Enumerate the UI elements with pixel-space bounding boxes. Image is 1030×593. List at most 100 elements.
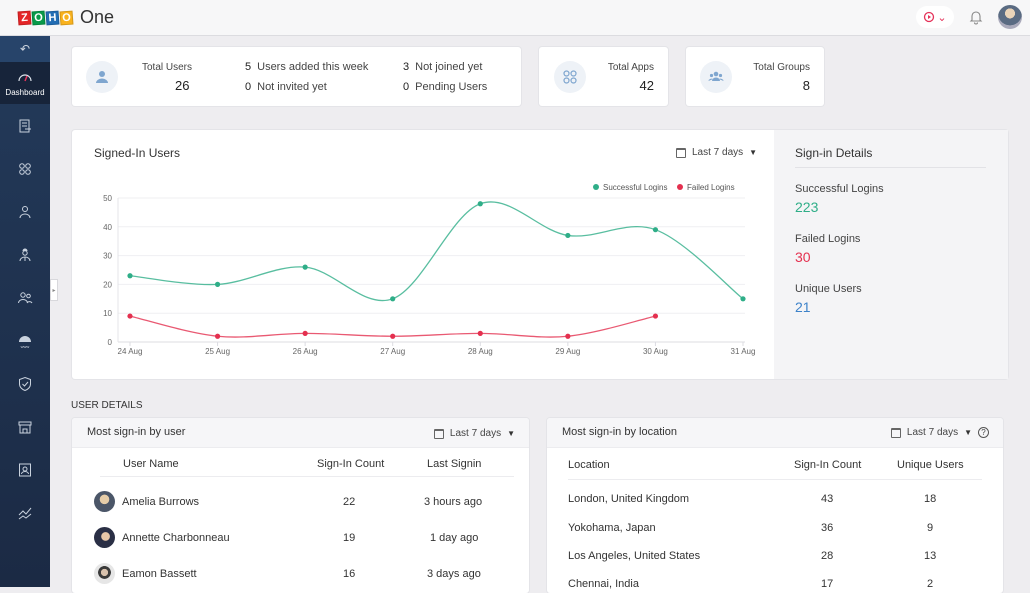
card-title: Most sign-in by user [87, 426, 186, 438]
apps-grid-icon [563, 70, 577, 84]
column-header-last-signin[interactable]: Last Signin [427, 458, 481, 470]
card-header: Most sign-in by location Last 7 days ▼ ? [547, 418, 1003, 448]
sidebar-item-label: Dashboard [5, 88, 45, 97]
total-apps-card[interactable]: Total Apps 42 [539, 47, 668, 106]
user-icon [96, 71, 108, 83]
signin-count: 17 [821, 578, 834, 590]
total-groups-card[interactable]: Total Groups 8 [686, 47, 824, 106]
logo-letter: O [59, 10, 74, 25]
stat-label: Not joined yet [415, 61, 483, 73]
signin-count: 22 [343, 496, 356, 508]
y-tick-label: 20 [103, 280, 112, 289]
unique-users: 18 [924, 493, 937, 505]
chevron-down-icon: ▼ [749, 148, 758, 157]
data-point [390, 296, 396, 302]
data-point [127, 313, 133, 319]
user-avatar[interactable] [998, 5, 1022, 29]
stat-count: 0 [245, 81, 252, 93]
sidebar-item-directory[interactable] [0, 448, 50, 491]
back-button[interactable]: ↶ [0, 36, 50, 62]
location: Yokohama, Japan [568, 522, 656, 534]
bell-icon[interactable] [968, 9, 984, 25]
location: London, United Kingdom [568, 493, 690, 505]
card-header: Most sign-in by user Last 7 days ▼ [72, 418, 529, 448]
sidebar-item-dashboard[interactable]: Dashboard [0, 62, 50, 104]
chevron-down-icon: ▼ [507, 429, 515, 438]
logo-letter: Z [17, 10, 32, 25]
domains-icon: www [19, 335, 31, 349]
sidebar-item-domains[interactable]: www [0, 319, 50, 362]
sidebar-item-analytics[interactable] [0, 491, 50, 534]
sidebar-item-admins[interactable] [0, 233, 50, 276]
data-point [565, 232, 571, 239]
data-point [302, 330, 308, 336]
sidebar-item-marketplace[interactable] [0, 405, 50, 448]
column-header-location[interactable]: Location [568, 459, 610, 471]
total-groups-value: 8 [802, 78, 810, 93]
dashboard-gauge-icon [18, 74, 32, 82]
data-point [214, 333, 221, 339]
sidebar-item-users[interactable] [0, 190, 50, 233]
sidebar-item-security[interactable] [0, 362, 50, 405]
logo-letter: H [45, 10, 60, 25]
sidebar-item-reports[interactable] [0, 104, 50, 147]
last-signin: 3 days ago [427, 568, 481, 580]
stat-label: Not invited yet [257, 81, 327, 93]
failed-logins-label: Failed Logins [795, 233, 861, 245]
column-header-signin-count[interactable]: Sign-In Count [794, 459, 861, 471]
total-users-card: Total Users 26 5 Users added this week 0N… [72, 47, 521, 106]
sidebar-item-apps[interactable] [0, 147, 50, 190]
period-label: Last 7 days [692, 147, 744, 158]
user-name: Eamon Bassett [122, 568, 197, 580]
card-title: Most sign-in by location [562, 426, 677, 438]
stat-label: Users added this week [257, 61, 369, 73]
product-name: One [80, 7, 115, 27]
sign-in-details-panel: Sign-in Details Successful Logins 223 Fa… [774, 130, 1008, 379]
unique-users: 9 [927, 522, 934, 534]
column-header-unique-users[interactable]: Unique Users [897, 459, 964, 471]
most-signin-by-user-card: Most sign-in by user Last 7 days ▼ User … [72, 418, 529, 593]
data-point [477, 201, 483, 207]
analytics-icon [18, 507, 32, 519]
sidebar-item-groups[interactable] [0, 276, 50, 319]
zoho-one-logo[interactable]: Z O H O One [17, 7, 115, 28]
marketplace-icon [18, 421, 32, 433]
stat-not-joined[interactable]: 3 Not joined yet [403, 61, 482, 73]
screen-record-button[interactable]: ⌄ [916, 6, 954, 28]
data-point [390, 333, 396, 339]
data-point [652, 227, 659, 233]
location-period-dropdown[interactable]: Last 7 days ▼ ? [890, 427, 989, 438]
stat-users-added[interactable]: 5 Users added this week [245, 61, 368, 73]
legend-marker [677, 184, 683, 190]
signed-in-chart: 0 10 20 30 40 50 24 Aug 25 Aug 26 Aug 27 Aug 28 Au… [103, 183, 755, 356]
unique-users-value[interactable]: 21 [795, 299, 811, 315]
column-header-user-name[interactable]: User Name [123, 458, 179, 470]
user-icon [19, 205, 31, 218]
data-point [652, 313, 659, 319]
stat-pending-users[interactable]: 0 Pending Users [403, 81, 487, 93]
y-tick-label: 10 [103, 309, 112, 318]
stat-not-invited[interactable]: 0 Not invited yet [245, 81, 327, 93]
failed-logins-value[interactable]: 30 [795, 249, 811, 265]
help-icon[interactable]: ? [978, 427, 989, 438]
unique-users: 2 [927, 578, 934, 590]
successful-logins-label: Successful Logins [795, 183, 884, 195]
stat-label: Pending Users [415, 81, 488, 93]
column-header-signin-count[interactable]: Sign-In Count [317, 458, 384, 470]
user-details-heading: USER DETAILS [71, 400, 143, 411]
sidebar-collapse-toggle[interactable]: ▸ [50, 279, 58, 301]
avatar [94, 491, 115, 512]
legend-label: Successful Logins [603, 183, 667, 192]
user-icon-circle [86, 61, 118, 93]
legend-marker [593, 184, 599, 190]
groups-icon-circle [700, 61, 732, 93]
successful-logins-value[interactable]: 223 [795, 199, 818, 215]
total-apps-label: Total Apps [607, 62, 654, 73]
chart-period-dropdown[interactable]: Last 7 days ▼ [676, 147, 757, 158]
user-period-dropdown[interactable]: Last 7 days ▼ [433, 428, 515, 439]
groups-icon [18, 291, 33, 303]
data-point [302, 264, 308, 270]
location: Chennai, India [568, 578, 639, 590]
chevron-down-icon: ⌄ [937, 11, 947, 24]
apps-grid-icon [19, 162, 31, 175]
